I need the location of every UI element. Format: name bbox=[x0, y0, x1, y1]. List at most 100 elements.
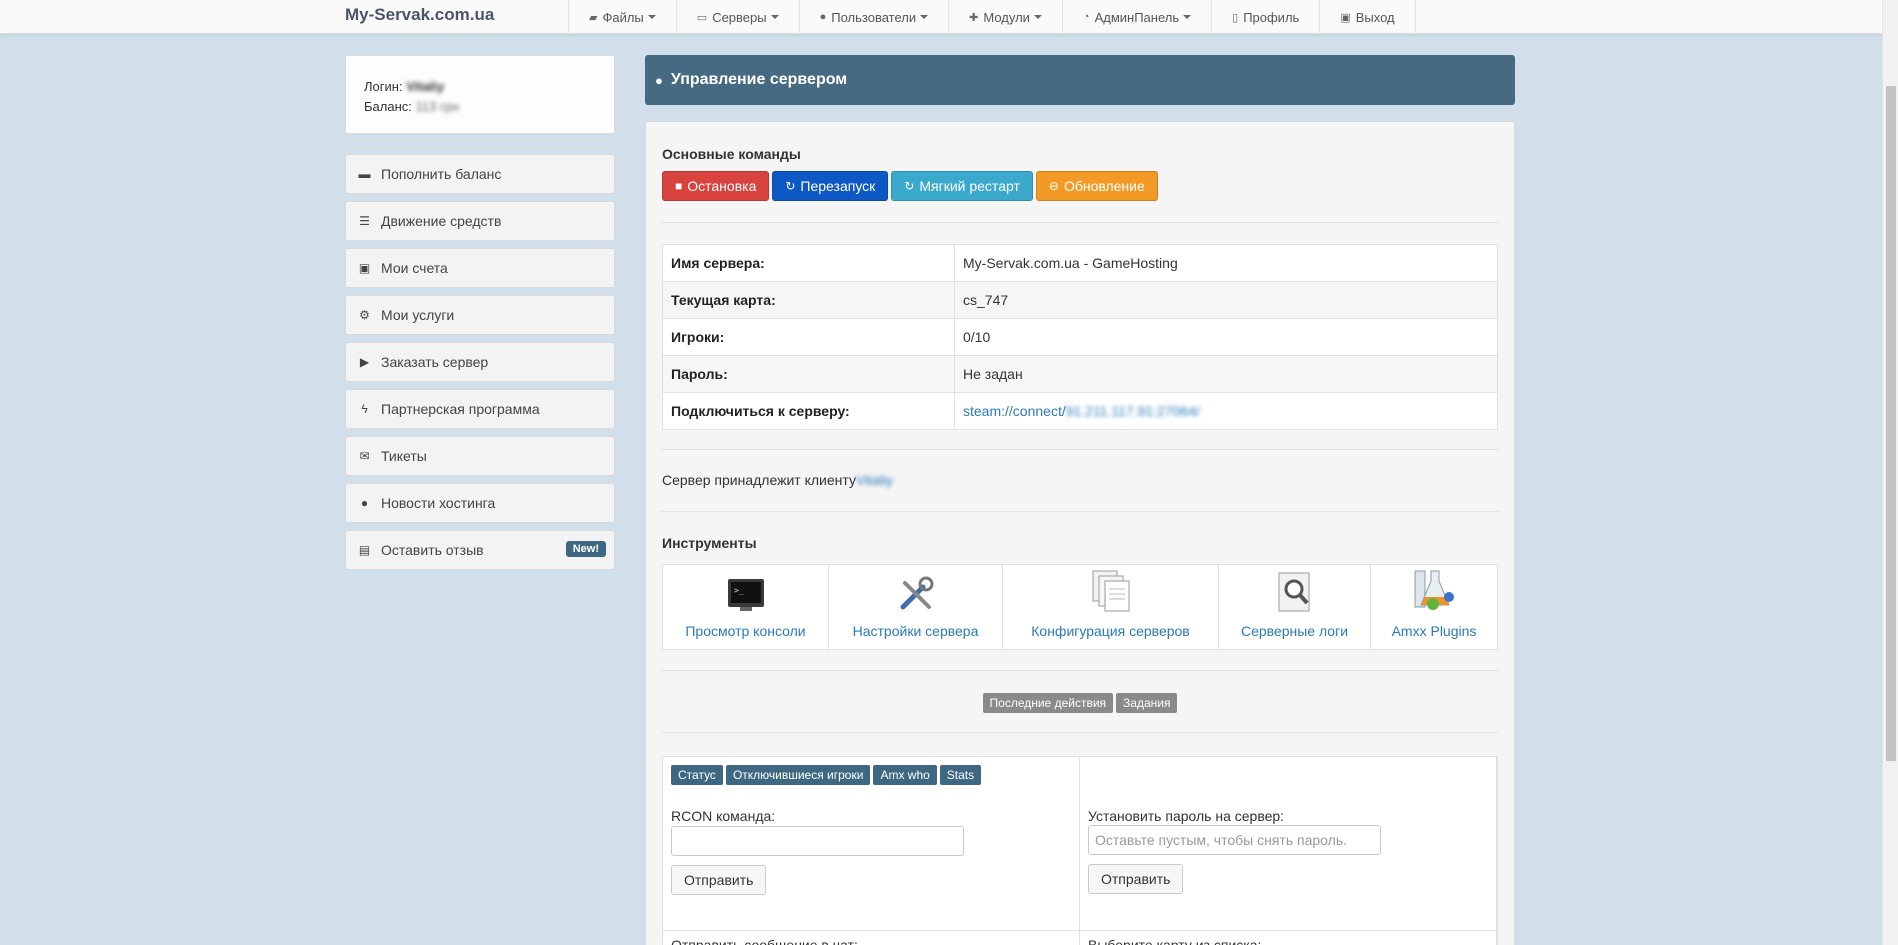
globe-icon: ● bbox=[360, 496, 369, 510]
sidebar-item-1[interactable]: ☰ Движение средств bbox=[345, 201, 615, 241]
connect-prefix: steam://connect/ bbox=[963, 403, 1066, 419]
new-badge: New! bbox=[565, 541, 606, 557]
tool-documents[interactable]: Конфигурация серверов bbox=[1003, 565, 1219, 649]
command-label: Перезапуск bbox=[800, 178, 876, 194]
main-nav: ▰ Файлы ▭ Серверы ● Пользователи ✚ Модули ◔ Админ… bbox=[568, 0, 1416, 34]
sidebar-item-label: Заказать сервер bbox=[381, 354, 489, 370]
nav-item-3[interactable]: ✚ Модули bbox=[948, 0, 1062, 34]
scrollbar-thumb[interactable] bbox=[1886, 86, 1896, 761]
command-button-1[interactable]: ↻ Перезапуск bbox=[772, 171, 889, 201]
sidebar-item-label: Мои счета bbox=[381, 260, 448, 276]
command-button-0[interactable]: ■ Остановка bbox=[662, 171, 770, 201]
cogs-icon: ⚙ bbox=[359, 308, 370, 322]
rcon-quick-button[interactable]: Stats bbox=[939, 765, 982, 785]
file-icon: ▯ bbox=[1232, 11, 1239, 24]
tool-label[interactable]: Серверные логи bbox=[1241, 623, 1348, 639]
rcon-send-button[interactable]: Отправить bbox=[671, 865, 767, 895]
page-scrollbar[interactable] bbox=[1882, 0, 1898, 945]
password-input[interactable]: Оставьте пустым, чтобы снять пароль. bbox=[1088, 825, 1381, 855]
sidebar-item-7[interactable]: ● Новости хостинга bbox=[345, 483, 615, 523]
nav-label: Модули bbox=[983, 9, 1030, 25]
tool-label[interactable]: Настройки сервера bbox=[853, 623, 979, 639]
tab-1[interactable]: Задания bbox=[1116, 693, 1178, 713]
comment-icon: ▤ bbox=[358, 543, 371, 557]
credit-card-icon: ▬ bbox=[358, 167, 371, 181]
tools-grid: >_ Просмотр консоли Настройки сервера Конфи… bbox=[662, 564, 1498, 650]
command-label: Мягкий рестарт bbox=[919, 178, 1020, 194]
balance-value: 113 грн bbox=[415, 99, 460, 114]
chevron-down-icon bbox=[920, 15, 929, 19]
info-value: My-Servak.com.ua - GameHosting bbox=[954, 244, 1498, 282]
logs-search-icon bbox=[1274, 571, 1316, 616]
info-row: Игроки: 0/10 bbox=[662, 318, 1498, 356]
tab-0[interactable]: Последние действия bbox=[982, 693, 1114, 713]
sidebar-item-8[interactable]: ▤ Оставить отзыв New! bbox=[345, 530, 615, 570]
command-button-2[interactable]: ↻ Мягкий рестарт bbox=[891, 171, 1033, 201]
rcon-column: Статус Отключившиеся игроки Amx who Stats R… bbox=[663, 757, 1080, 945]
info-key: Подключиться к серверу: bbox=[662, 392, 955, 430]
nav-label: Файлы bbox=[602, 9, 644, 25]
nav-item-6[interactable]: ▣ Выход bbox=[1319, 0, 1416, 34]
info-value-text: My-Servak.com.ua - GameHosting bbox=[963, 255, 1178, 271]
tool-console[interactable]: >_ Просмотр консоли bbox=[663, 565, 829, 649]
password-send-button[interactable]: Отправить bbox=[1088, 864, 1184, 894]
nav-label: АдминПанель bbox=[1094, 9, 1180, 25]
chevron-down-icon bbox=[770, 15, 779, 19]
tool-logs-search[interactable]: Серверные логи bbox=[1219, 565, 1371, 649]
rss-icon: ◔ bbox=[1082, 11, 1090, 23]
sidebar-item-0[interactable]: ▬ Пополнить баланс bbox=[345, 154, 615, 194]
sidebar-item-label: Новости хостинга bbox=[381, 495, 496, 511]
tool-label[interactable]: Amxx Plugins bbox=[1392, 623, 1477, 639]
folder-open-icon: ▰ bbox=[589, 11, 598, 24]
tool-flasks[interactable]: Amxx Plugins bbox=[1371, 565, 1497, 649]
chat-label: Отправить сообщение в чат: bbox=[671, 937, 858, 945]
envelope-icon: ✉ bbox=[359, 449, 370, 463]
owner-text: Сервер принадлежит клиенту bbox=[662, 472, 856, 488]
sidebar-item-3[interactable]: ⚙ Мои услуги bbox=[345, 295, 615, 335]
info-key: Игроки: bbox=[662, 318, 955, 356]
sidebar-item-4[interactable]: ▶ Заказать сервер bbox=[345, 342, 615, 382]
rcon-quick-button[interactable]: Статус bbox=[671, 765, 723, 785]
list-icon: ☰ bbox=[359, 214, 370, 228]
sidebar-item-label: Мои услуги bbox=[381, 307, 455, 323]
password-label: Установить пароль на сервер: bbox=[1088, 808, 1285, 824]
command-buttons: ■ Остановка ↻ Перезапуск ↻ Мягкий рестарт ⊖ Обн… bbox=[662, 171, 1498, 201]
brand-logo[interactable]: My-Servak.com.ua bbox=[345, 5, 494, 25]
panel-body: Основные команды ■ Остановка ↻ Перезапуск ↻ М… bbox=[645, 121, 1515, 945]
money-icon: ▣ bbox=[358, 261, 371, 275]
nav-item-0[interactable]: ▰ Файлы bbox=[568, 0, 676, 34]
rcon-quick-button[interactable]: Amx who bbox=[873, 765, 937, 785]
chevron-down-icon bbox=[1183, 15, 1192, 19]
commands-title: Основные команды bbox=[662, 146, 801, 162]
minus-circle-icon: ⊖ bbox=[1048, 179, 1059, 193]
tool-tools[interactable]: Настройки сервера bbox=[829, 565, 1003, 649]
connect-link[interactable]: steam://connect/91.211.117.91:27064/ bbox=[963, 403, 1200, 419]
chevron-down-icon bbox=[647, 15, 656, 19]
nav-item-1[interactable]: ▭ Серверы bbox=[675, 0, 799, 34]
tool-label[interactable]: Просмотр консоли bbox=[685, 623, 805, 639]
sidebar-item-label: Движение средств bbox=[381, 213, 502, 229]
nav-item-5[interactable]: ▯ Профиль bbox=[1211, 0, 1319, 34]
rcon-quick-button[interactable]: Отключившиеся игроки bbox=[725, 765, 871, 785]
sidebar-item-5[interactable]: ϟ Партнерская программа bbox=[345, 389, 615, 429]
login-label: Логин: bbox=[364, 79, 403, 94]
map-label: Выберите карту из списка: bbox=[1088, 937, 1262, 945]
owner-link[interactable]: Vitaliy bbox=[856, 472, 893, 488]
nav-item-4[interactable]: ◔ АдминПанель bbox=[1061, 0, 1211, 34]
sidebar-item-label: Партнерская программа bbox=[381, 401, 540, 417]
sidebar-item-2[interactable]: ▣ Мои счета bbox=[345, 248, 615, 288]
activity-tabs: Последние действия Задания bbox=[662, 693, 1498, 713]
svg-text:>_: >_ bbox=[734, 586, 744, 595]
rcon-input[interactable] bbox=[671, 826, 964, 856]
bolt-icon: ϟ bbox=[361, 402, 368, 416]
sidebar-item-label: Тикеты bbox=[381, 448, 427, 464]
rcon-label: RCON команда: bbox=[671, 808, 776, 824]
command-label: Обновление bbox=[1063, 178, 1145, 194]
nav-item-2[interactable]: ● Пользователи bbox=[798, 0, 949, 34]
chevron-down-icon bbox=[1033, 15, 1042, 19]
command-button-3[interactable]: ⊖ Обновление bbox=[1035, 171, 1158, 201]
panel-title: Управление сервером bbox=[670, 71, 848, 88]
rcon-section: Статус Отключившиеся игроки Amx who Stats R… bbox=[662, 756, 1499, 945]
sidebar-item-6[interactable]: ✉ Тикеты bbox=[345, 436, 615, 476]
tool-label[interactable]: Конфигурация серверов bbox=[1031, 623, 1190, 639]
